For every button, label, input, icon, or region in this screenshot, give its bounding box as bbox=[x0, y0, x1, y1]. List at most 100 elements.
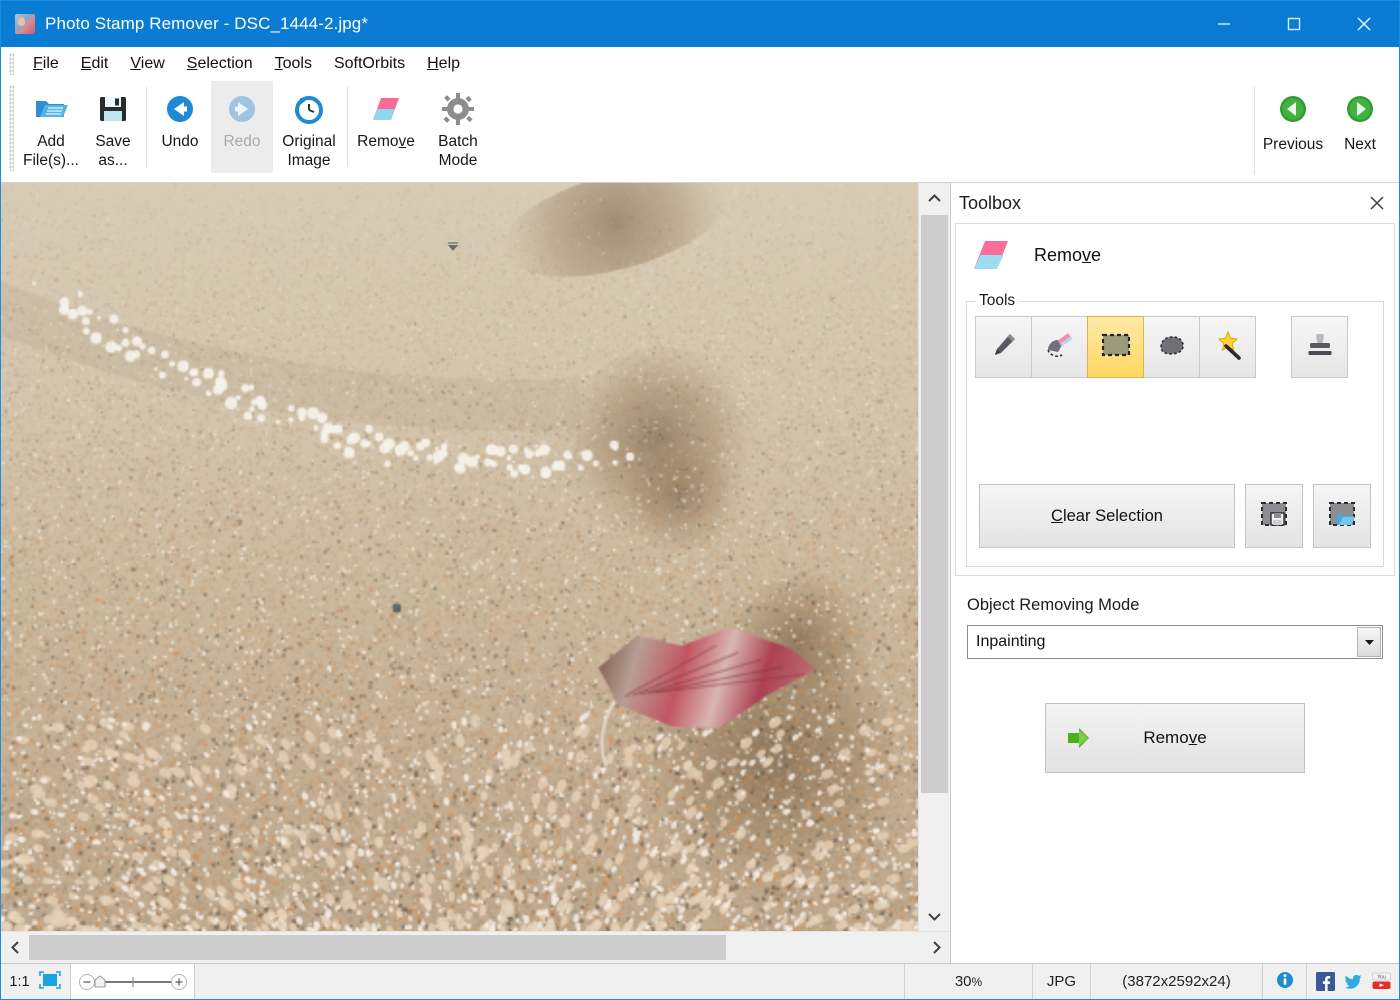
menu-selection[interactable]: Selection bbox=[176, 52, 264, 76]
stamp-tool-button[interactable] bbox=[1291, 316, 1348, 378]
original-image-label: Original Image bbox=[282, 133, 336, 169]
eraser-icon bbox=[369, 89, 403, 129]
menu-file[interactable]: File bbox=[22, 52, 70, 76]
previous-arrow-icon bbox=[1278, 89, 1308, 129]
toolbar-grip[interactable] bbox=[9, 85, 14, 171]
zoom-slider[interactable] bbox=[71, 964, 195, 999]
remove-toolbar-button[interactable]: Remove bbox=[350, 81, 422, 173]
zoom-ratio-button[interactable]: 1:1 bbox=[9, 974, 29, 990]
chevron-down-icon[interactable] bbox=[919, 901, 950, 931]
window-title: Photo Stamp Remover - DSC_1444-2.jpg* bbox=[45, 14, 369, 33]
next-button[interactable]: Next bbox=[1329, 81, 1391, 169]
facebook-icon[interactable] bbox=[1315, 972, 1335, 991]
lasso-tool-button[interactable] bbox=[1143, 316, 1200, 378]
batch-mode-button[interactable]: Batch Mode bbox=[422, 81, 494, 173]
selection-actions-row: Clear Selection bbox=[975, 484, 1375, 556]
zoom-percent-suffix: % bbox=[971, 974, 983, 989]
save-as-label: Save as... bbox=[95, 133, 131, 169]
lasso-icon bbox=[1156, 331, 1188, 364]
image-dimensions: (3872x2592x24) bbox=[1091, 964, 1263, 999]
clear-selection-button[interactable]: Clear Selection bbox=[979, 484, 1235, 548]
save-selection-icon bbox=[1259, 500, 1289, 533]
application-window: Photo Stamp Remover - DSC_1444-2.jpg* Fi… bbox=[0, 0, 1400, 1000]
redo-button[interactable]: Redo bbox=[211, 81, 273, 173]
next-label: Next bbox=[1344, 136, 1376, 153]
status-bar: 1:1 30 % JPG (3872x2592x24) You bbox=[1, 963, 1399, 999]
fit-to-window-icon[interactable] bbox=[38, 970, 62, 994]
remove-mode-panel: Remove Tools C lear Selection bbox=[955, 223, 1395, 576]
chevron-up-icon[interactable] bbox=[919, 183, 950, 213]
remove-action-label: Remove bbox=[1143, 728, 1207, 747]
zoom-mode-group: 1:1 bbox=[1, 964, 71, 999]
menu-softorbits[interactable]: SoftOrbits bbox=[323, 52, 416, 76]
horizontal-scroll-thumb[interactable] bbox=[29, 935, 726, 960]
add-files-button[interactable]: Add File(s)... bbox=[20, 81, 82, 173]
save-selection-button[interactable] bbox=[1245, 484, 1303, 548]
original-image-icon bbox=[292, 89, 326, 129]
workspace: Toolbox Remove Tools C lear Selection Ob… bbox=[1, 183, 1399, 963]
toolbox-close-icon[interactable] bbox=[1367, 193, 1387, 213]
maximize-button[interactable] bbox=[1259, 1, 1329, 47]
vertical-scroll-thumb[interactable] bbox=[921, 215, 948, 793]
app-photo-icon bbox=[15, 14, 35, 34]
remove-toolbar-label: Remove bbox=[357, 133, 415, 150]
tools-group: Tools C lear Selection bbox=[966, 292, 1384, 567]
batch-mode-label: Batch Mode bbox=[438, 133, 478, 169]
eraser-icon bbox=[1044, 330, 1076, 365]
social-links: You bbox=[1307, 964, 1399, 999]
twitter-icon[interactable] bbox=[1344, 972, 1363, 991]
chevron-right-icon[interactable] bbox=[922, 932, 950, 963]
stamp-icon bbox=[1305, 330, 1335, 365]
toolbar-group-file: Add File(s)... Save as... bbox=[20, 81, 144, 177]
main-toolbar: Add File(s)... Save as... Undo Redo Orig… bbox=[1, 81, 1399, 251]
previous-button[interactable]: Previous bbox=[1257, 81, 1329, 169]
previous-label: Previous bbox=[1262, 136, 1324, 153]
vertical-scroll-track[interactable] bbox=[919, 213, 950, 901]
redo-icon bbox=[225, 89, 259, 129]
horizontal-scroll-track[interactable] bbox=[29, 932, 922, 963]
original-image-button[interactable]: Original Image bbox=[273, 81, 345, 173]
image-canvas[interactable] bbox=[1, 183, 918, 931]
toolbar-overflow-chevron-icon[interactable] bbox=[445, 241, 461, 255]
save-as-button[interactable]: Save as... bbox=[82, 81, 144, 173]
chevron-left-icon[interactable] bbox=[1, 932, 29, 963]
magic-wand-tool-button[interactable] bbox=[1199, 316, 1256, 378]
remove-action-button[interactable]: Remove bbox=[1045, 703, 1305, 773]
info-button[interactable] bbox=[1263, 964, 1307, 999]
toolbar-separator bbox=[146, 87, 147, 167]
menu-edit[interactable]: Edit bbox=[70, 52, 120, 76]
toolbar-group-actions: Remove Batch Mode bbox=[350, 81, 494, 177]
menu-help[interactable]: Help bbox=[416, 52, 471, 76]
pencil-tool-button[interactable] bbox=[975, 316, 1032, 378]
info-icon bbox=[1276, 971, 1294, 993]
close-button[interactable] bbox=[1329, 1, 1399, 47]
add-files-label: Add File(s)... bbox=[23, 133, 79, 169]
canvas-horizontal-scrollbar[interactable] bbox=[1, 931, 950, 963]
redo-label: Redo bbox=[223, 133, 261, 150]
svg-text:You: You bbox=[1377, 975, 1386, 981]
load-selection-button[interactable] bbox=[1313, 484, 1371, 548]
remove-mode-header: Remove bbox=[956, 224, 1394, 284]
title-bar: Photo Stamp Remover - DSC_1444-2.jpg* bbox=[1, 1, 1399, 47]
undo-icon bbox=[163, 89, 197, 129]
rectangle-select-tool-button[interactable] bbox=[1087, 316, 1144, 378]
object-removing-mode-section: Object Removing Mode Inpainting Remove bbox=[951, 576, 1399, 773]
eraser-tool-button[interactable] bbox=[1031, 316, 1088, 378]
minimize-button[interactable] bbox=[1189, 1, 1259, 47]
object-removing-mode-select[interactable]: Inpainting bbox=[967, 625, 1383, 659]
zoom-percent-value: 30 bbox=[954, 973, 972, 990]
object-removing-mode-label: Object Removing Mode bbox=[967, 596, 1140, 614]
canvas-area bbox=[1, 183, 951, 963]
undo-button[interactable]: Undo bbox=[149, 81, 211, 173]
menu-view[interactable]: View bbox=[119, 52, 175, 76]
canvas-vertical-scrollbar[interactable] bbox=[918, 183, 950, 931]
menu-tools[interactable]: Tools bbox=[264, 52, 323, 76]
youtube-icon[interactable]: You bbox=[1371, 972, 1391, 991]
toolbar-group-navigation: Previous Next bbox=[1252, 81, 1391, 181]
remove-action-wrap: Remove bbox=[967, 703, 1383, 773]
status-message bbox=[195, 964, 905, 999]
menu-grip[interactable] bbox=[9, 53, 14, 75]
chevron-down-icon[interactable] bbox=[1357, 627, 1381, 657]
toolbox-panel: Toolbox Remove Tools C lear Selection Ob… bbox=[951, 183, 1399, 963]
tools-spacer bbox=[975, 378, 1375, 484]
